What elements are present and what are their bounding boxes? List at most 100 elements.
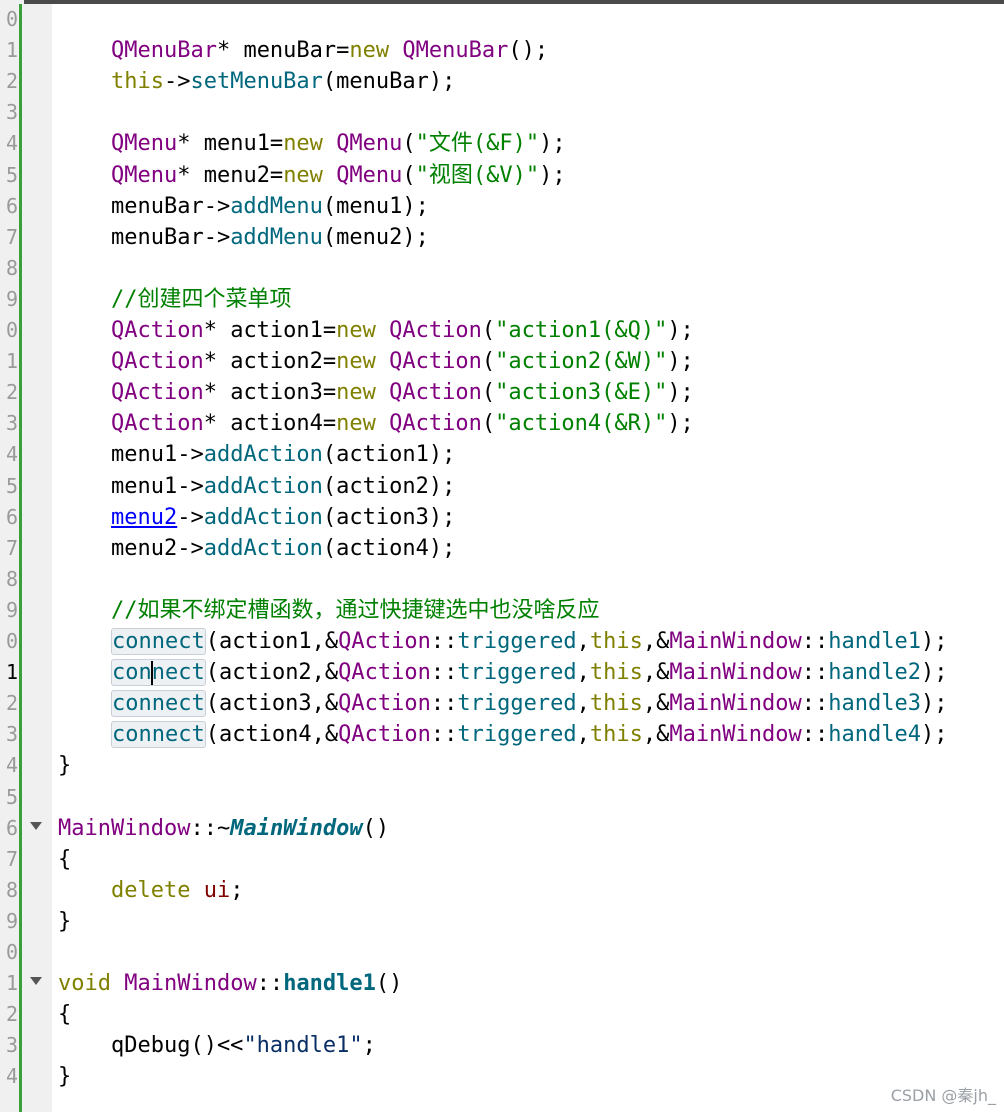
code-text: QMenu* menu1=new QMenu("文件(&F)");	[58, 128, 566, 159]
code-line[interactable]: 6 menuBar->addMenu(menu1);	[0, 191, 1004, 222]
code-token: triggered	[457, 722, 577, 748]
code-text: menuBar->addMenu(menu1);	[58, 191, 429, 222]
code-token: menuBar->	[58, 193, 231, 219]
code-line[interactable]: 2{	[0, 999, 1004, 1030]
line-number: 2	[5, 380, 18, 405]
code-line[interactable]: 9 //创建四个菜单项	[0, 284, 1004, 315]
line-number: 4	[5, 1064, 18, 1089]
code-line[interactable]: 5 menu1->addAction(action2);	[0, 471, 1004, 502]
code-token: ();	[508, 38, 549, 64]
code-token: );	[539, 131, 566, 157]
code-line[interactable]: 0 QAction* action1=new QAction("action1(…	[0, 315, 1004, 346]
code-token: new	[336, 349, 376, 375]
code-line[interactable]: 1 void MainWindow::handle1()	[0, 968, 1004, 999]
line-number: 4	[5, 753, 18, 778]
code-token: triggered	[457, 691, 577, 717]
code-line[interactable]: 4 menu1->addAction(action1);	[0, 439, 1004, 470]
fold-arrow-icon[interactable]	[30, 977, 42, 986]
code-line[interactable]: 1 QAction* action2=new QAction("action2(…	[0, 346, 1004, 377]
code-token: ()	[375, 971, 403, 997]
code-token: (action1,&	[205, 629, 339, 654]
code-token: * action3=	[203, 380, 337, 406]
code-token: ::~	[190, 815, 231, 841]
code-token: (	[481, 411, 496, 437]
line-number: 2	[5, 69, 18, 94]
code-line[interactable]: 2 connect(action3,&QAction::triggered,th…	[0, 688, 1004, 719]
code-token: MainWindow	[669, 722, 802, 748]
code-token: menuBar->	[58, 224, 231, 250]
code-token: (action2);	[322, 473, 456, 499]
code-line[interactable]: 0	[0, 937, 1004, 968]
line-number: 3	[5, 1033, 18, 1058]
code-token: QAction	[338, 722, 431, 748]
line-number: 4	[5, 442, 18, 467]
code-token: "action3(&E)"	[495, 380, 668, 406]
code-text: connect(action1,&QAction::triggered,this…	[58, 626, 948, 657]
code-token: );	[667, 318, 694, 343]
code-line[interactable]: 2 QAction* action3=new QAction("action3(…	[0, 377, 1004, 408]
code-token: new	[283, 162, 323, 188]
code-token: connect	[110, 721, 206, 749]
code-token: void	[58, 971, 111, 997]
code-line[interactable]: 2 this->setMenuBar(menuBar);	[0, 66, 1004, 97]
code-token: (menu2);	[322, 224, 429, 250]
code-line[interactable]: 3 connect(action4,&QAction::triggered,th…	[0, 719, 1004, 750]
code-token: QAction	[389, 380, 482, 406]
code-token: setMenuBar	[190, 69, 323, 95]
line-number: 5	[5, 473, 18, 498]
code-line[interactable]: 7 menu2->addAction(action4);	[0, 533, 1004, 564]
code-line[interactable]: 3 QAction* action4=new QAction("action4(…	[0, 408, 1004, 439]
code-text: }	[58, 906, 71, 937]
code-token: (action3,&	[205, 691, 339, 717]
code-token: ui	[203, 877, 231, 903]
code-token: ->	[163, 69, 191, 95]
code-line[interactable]: 9}	[0, 906, 1004, 937]
code-line[interactable]: 3 qDebug()<<"handle1";	[0, 1030, 1004, 1061]
code-line[interactable]: 9 //如果不绑定槽函数，通过快捷键选中也没啥反应	[0, 595, 1004, 626]
code-token: this	[110, 69, 164, 95]
code-line[interactable]: 4}	[0, 1061, 1004, 1092]
code-token: QAction	[110, 411, 204, 437]
code-token: QAction	[389, 411, 482, 437]
code-line[interactable]: 4 QMenu* menu1=new QMenu("文件(&F)");	[0, 128, 1004, 159]
code-text: connect(action4,&QAction::triggered,this…	[58, 719, 948, 750]
code-token: (	[402, 162, 416, 188]
code-line[interactable]: 7{	[0, 844, 1004, 875]
code-line[interactable]: 6 menu2->addAction(action3);	[0, 502, 1004, 533]
code-line[interactable]: 7 menuBar->addMenu(menu2);	[0, 222, 1004, 253]
code-token: handle4	[828, 722, 921, 748]
code-token: this	[589, 629, 643, 654]
code-token: QAction	[338, 691, 431, 717]
code-text: menu2->addAction(action4);	[58, 533, 455, 564]
code-line[interactable]: 8 delete ui;	[0, 875, 1004, 906]
code-token: "handle1"	[243, 1033, 363, 1059]
code-line[interactable]: 6 MainWindow::~MainWindow()	[0, 813, 1004, 844]
code-text: delete ui;	[58, 875, 243, 906]
code-token: this	[589, 660, 643, 686]
code-token: );	[921, 722, 948, 748]
code-token: (action1);	[322, 442, 456, 468]
code-line[interactable]: 8	[0, 564, 1004, 595]
code-line[interactable]: 0 connect(action1,&QAction::triggered,th…	[0, 626, 1004, 657]
code-line[interactable]: 1 QMenuBar* menuBar=new QMenuBar();	[0, 35, 1004, 66]
code-line[interactable]: 1 connect(action2,&QAction::triggered,th…	[0, 657, 1004, 688]
code-editor[interactable]: 01 QMenuBar* menuBar=new QMenuBar(); 2 th…	[0, 0, 1004, 1112]
code-line[interactable]: 8	[0, 253, 1004, 284]
code-line[interactable]: 5	[0, 782, 1004, 813]
code-line[interactable]: 4}	[0, 750, 1004, 781]
fold-arrow-icon[interactable]	[30, 821, 42, 830]
code-line[interactable]: 3	[0, 97, 1004, 128]
code-line[interactable]: 0	[0, 4, 1004, 35]
watermark: CSDN @秦jh_	[890, 1086, 996, 1105]
code-token: "action4(&R)"	[495, 411, 668, 437]
code-token: ,&	[642, 629, 670, 654]
code-token: );	[921, 629, 948, 654]
code-line[interactable]: 5 QMenu* menu2=new QMenu("视图(&V)");	[0, 160, 1004, 191]
code-token: connect	[110, 628, 206, 655]
code-token: {	[58, 1002, 72, 1028]
